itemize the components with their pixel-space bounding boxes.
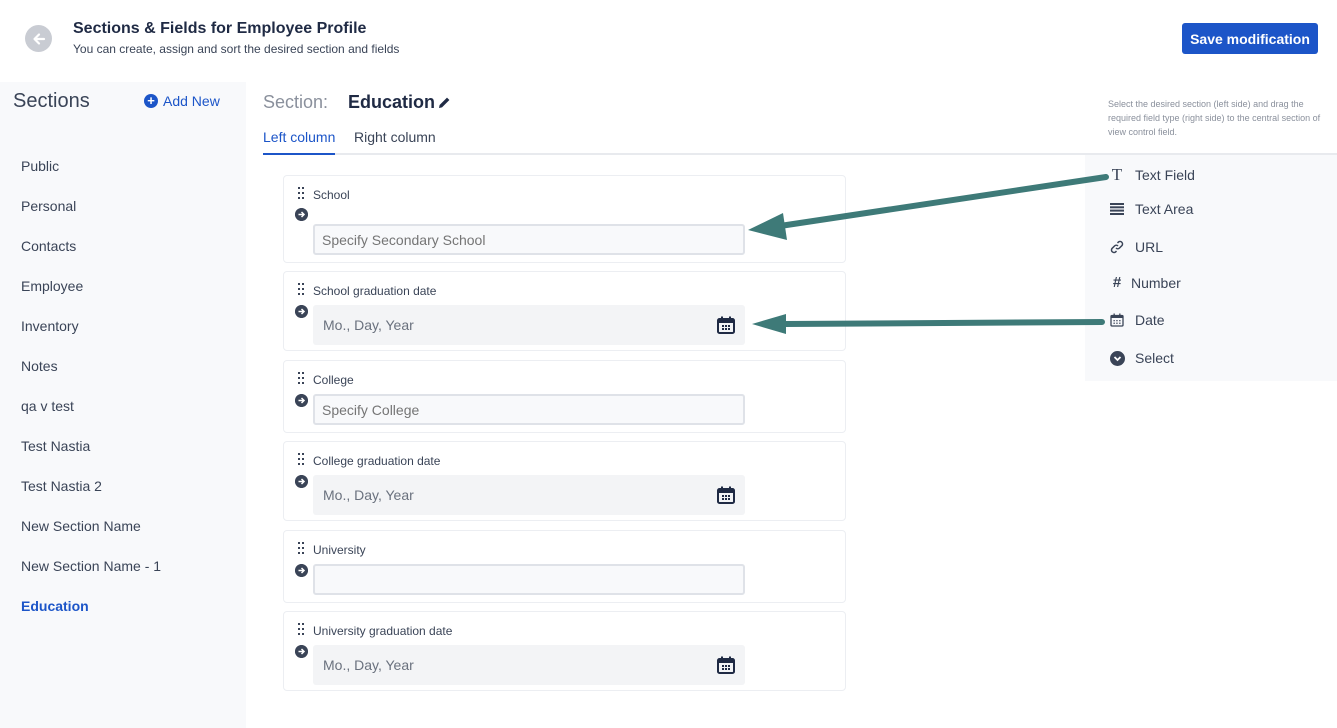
school-input[interactable] [313,224,745,255]
sidebar-item-employee[interactable]: Employee [21,278,161,318]
arrow-right-circle-icon[interactable] [295,564,308,577]
text-area-icon [1107,203,1127,215]
back-button[interactable] [25,25,52,52]
palette-item-date[interactable]: Date [1107,312,1165,328]
sidebar-item-contacts[interactable]: Contacts [21,238,161,278]
calendar-icon[interactable] [717,656,735,674]
school-graduation-date-input[interactable]: Mo., Day, Year [313,305,745,345]
field-card-school-graduation-date[interactable]: School graduation date Mo., Day, Year [283,271,846,351]
calendar-icon [1107,313,1127,327]
sections-sidebar: Sections + Add New Public Personal Conta… [0,82,246,728]
field-card-school[interactable]: School [283,175,846,263]
page-header: Sections & Fields for Employee Profile Y… [0,0,1337,82]
field-card-university[interactable]: University [283,530,846,603]
date-placeholder: Mo., Day, Year [323,657,414,673]
pencil-edit-icon[interactable] [438,96,451,109]
calendar-icon[interactable] [717,486,735,504]
sidebar-title: Sections [13,90,90,112]
palette-item-label: Text Area [1135,201,1194,217]
drag-handle-icon[interactable] [297,283,305,295]
field-label: University graduation date [313,624,453,638]
field-label: School [313,188,350,202]
date-placeholder: Mo., Day, Year [323,317,414,333]
college-graduation-date-input[interactable]: Mo., Day, Year [313,475,745,515]
sidebar-item-inventory[interactable]: Inventory [21,318,161,358]
link-icon [1107,240,1127,254]
calendar-icon[interactable] [717,316,735,334]
sidebar-item-education[interactable]: Education [21,598,161,638]
palette-item-label: URL [1135,239,1164,255]
palette-item-number[interactable]: # Number [1107,274,1181,291]
save-modification-button[interactable]: Save modification [1182,23,1318,54]
tab-right-column[interactable]: Right column [354,129,436,155]
palette-item-label: Date [1135,312,1165,328]
sidebar-item-public[interactable]: Public [21,158,161,198]
sidebar-item-test-nastia-2[interactable]: Test Nastia 2 [21,478,161,518]
palette-item-label: Select [1135,350,1174,366]
date-placeholder: Mo., Day, Year [323,487,414,503]
field-card-college[interactable]: College [283,360,846,433]
arrow-right-circle-icon[interactable] [295,645,308,658]
hash-icon: # [1112,274,1122,291]
arrow-right-circle-icon[interactable] [295,208,308,221]
drag-handle-icon[interactable] [297,187,305,199]
section-list: Public Personal Contacts Employee Invent… [21,158,161,638]
drag-handle-icon[interactable] [297,542,305,554]
sidebar-item-personal[interactable]: Personal [21,198,161,238]
tab-left-column[interactable]: Left column [263,129,336,155]
palette-item-text-area[interactable]: Text Area [1107,201,1193,217]
arrow-right-circle-icon[interactable] [295,305,308,318]
field-card-university-graduation-date[interactable]: University graduation date Mo., Day, Yea… [283,611,846,691]
palette-item-label: Text Field [1135,167,1195,183]
add-new-section-button[interactable]: + Add New [144,93,220,109]
palette-item-text-field[interactable]: T Text Field [1107,165,1195,185]
text-field-icon: T [1111,165,1123,184]
sidebar-item-new-section-name[interactable]: New Section Name [21,518,161,558]
arrow-left-icon [32,32,45,45]
sidebar-item-test-nastia[interactable]: Test Nastia [21,438,161,478]
field-type-palette: T Text Field Text Area URL # Number Date… [1085,155,1337,381]
plus-circle-icon: + [144,94,158,108]
university-input[interactable] [313,564,745,595]
sidebar-item-new-section-name-1[interactable]: New Section Name - 1 [21,558,161,598]
section-label: Section: [263,92,329,112]
college-input[interactable] [313,394,745,425]
sidebar-item-qa-v-test[interactable]: qa v test [21,398,161,438]
drag-handle-icon[interactable] [297,623,305,635]
field-label: College [313,373,354,387]
section-name: Education [348,92,436,112]
field-label: University [313,543,366,557]
drag-handle-icon[interactable] [297,372,305,384]
university-graduation-date-input[interactable]: Mo., Day, Year [313,645,745,685]
page-subtitle: You can create, assign and sort the desi… [73,42,400,56]
palette-item-select[interactable]: Select [1107,350,1174,366]
field-card-college-graduation-date[interactable]: College graduation date Mo., Day, Year [283,441,846,521]
page-title: Sections & Fields for Employee Profile [73,20,367,37]
select-chevron-icon [1107,350,1127,366]
field-label: College graduation date [313,454,441,468]
palette-item-label: Number [1131,274,1181,291]
sidebar-item-notes[interactable]: Notes [21,358,161,398]
palette-hint: Select the desired section (left side) a… [1108,99,1321,137]
drag-handle-icon[interactable] [297,453,305,465]
add-new-label: Add New [163,93,220,109]
palette-item-url[interactable]: URL [1107,239,1163,255]
field-label: School graduation date [313,284,437,298]
arrow-right-circle-icon[interactable] [295,394,308,407]
arrow-right-circle-icon[interactable] [295,475,308,488]
